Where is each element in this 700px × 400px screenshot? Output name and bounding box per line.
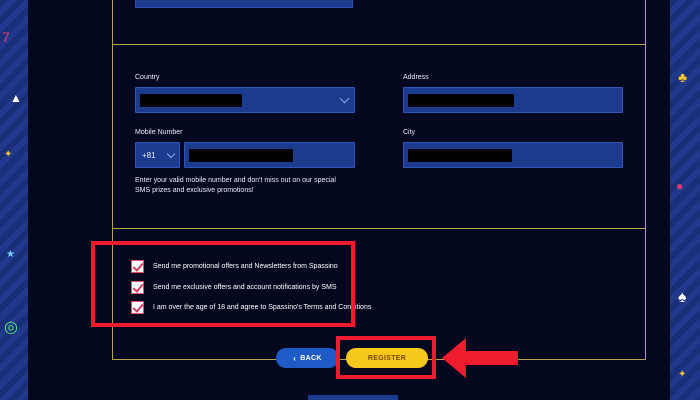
country-label: Country	[135, 74, 160, 81]
country-select[interactable]	[135, 87, 355, 113]
registration-panel: Country Address Mobile Number +81 City E…	[28, 0, 670, 400]
address-label: Address	[403, 74, 429, 81]
lucky-charm-icon: ♣	[678, 69, 688, 85]
star-icon: ★	[6, 249, 15, 260]
seven-icon: 7	[2, 29, 10, 45]
redacted-value	[408, 149, 512, 162]
redacted-value	[189, 149, 293, 162]
playing-card-icon: ♠	[678, 289, 687, 306]
chevron-down-icon	[166, 149, 176, 159]
sms-hint-line-1: Enter your valid mobile number and don't…	[135, 177, 336, 184]
redacted-value	[408, 94, 514, 107]
chevron-left-icon: ‹	[293, 353, 297, 363]
pointer-arrow-icon	[442, 338, 518, 378]
consents-highlight-box	[91, 241, 355, 327]
confetti-icon: ✦	[4, 149, 13, 160]
left-decorative-background: 7 ▲ ✦ ★ ◎	[0, 0, 28, 400]
city-field[interactable]	[403, 142, 623, 168]
previous-field-bottom-edge	[135, 0, 353, 8]
redacted-value	[140, 94, 242, 107]
sms-hint-line-2: SMS prizes and exclusive promotions!	[135, 187, 254, 194]
neon-sign-icon: ◎	[4, 319, 18, 336]
city-label: City	[403, 129, 416, 136]
chevron-down-icon	[339, 93, 350, 104]
country-code-select[interactable]: +81	[135, 142, 180, 168]
right-decorative-background: ♣ ● ♠ ✦	[670, 0, 700, 400]
casino-chip-icon: ●	[676, 179, 684, 193]
address-field[interactable]	[403, 87, 623, 113]
back-button-label: BACK	[300, 354, 322, 362]
country-code-value: +81	[142, 151, 156, 160]
section-divider	[113, 228, 645, 229]
back-button[interactable]: ‹ BACK	[276, 348, 339, 368]
register-highlight-box	[336, 336, 436, 379]
mobile-number-field[interactable]	[184, 142, 355, 168]
section-divider	[113, 44, 645, 45]
confetti-icon: ✦	[678, 369, 687, 380]
bottom-edge-bar	[308, 395, 398, 400]
triangle-icon: ▲	[10, 91, 22, 105]
mobile-number-label: Mobile Number	[135, 129, 183, 136]
